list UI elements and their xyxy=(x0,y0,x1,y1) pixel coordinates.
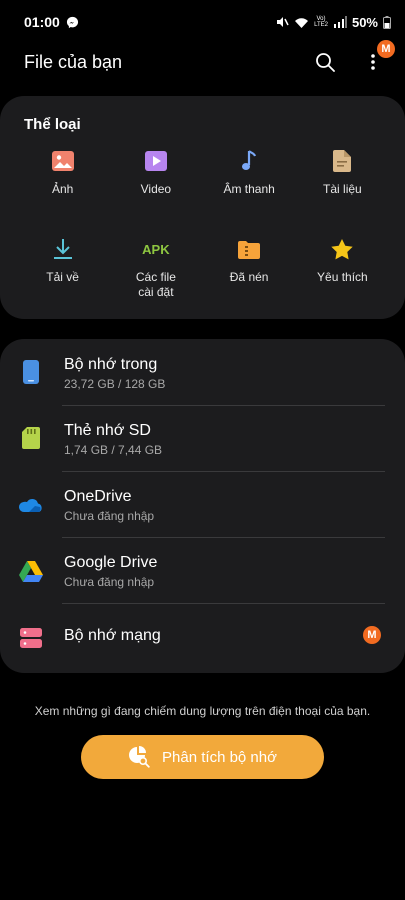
status-bar: 01:00 Vo) LTE2 50% xyxy=(0,0,405,44)
phone-icon xyxy=(18,359,44,385)
storage-status: Chưa đăng nhập xyxy=(64,509,155,523)
category-label: Đã nén xyxy=(229,270,269,284)
wifi-icon xyxy=(294,16,309,29)
star-icon xyxy=(329,236,355,262)
category-label: Các file cài đặt xyxy=(135,270,176,299)
apk-icon: APK xyxy=(142,236,170,262)
apk-text: APK xyxy=(142,241,170,257)
storage-card: Bộ nhớ trong 23,72 GB / 128 GB Thẻ nhớ S… xyxy=(0,339,405,673)
storage-title: Google Drive xyxy=(64,554,158,571)
category-apk[interactable]: APK Các file cài đặt xyxy=(109,236,202,306)
battery-percent: 50% xyxy=(351,14,378,30)
network-storage-icon xyxy=(18,625,44,651)
search-icon xyxy=(316,53,335,72)
storage-hint: Xem những gì đang chiếm dung lượng trên … xyxy=(34,704,371,718)
notification-badge: M xyxy=(377,40,395,58)
storage-title: Bộ nhớ mạng xyxy=(64,627,161,644)
analyze-storage-label: Phân tích bộ nhớ xyxy=(162,748,277,766)
category-label: Ảnh xyxy=(51,182,74,196)
app-bar: File của bạn M xyxy=(0,40,405,80)
category-videos[interactable]: Video xyxy=(109,148,202,218)
volte-bottom: LTE2 xyxy=(314,22,328,28)
category-label: Video xyxy=(140,182,172,196)
music-note-icon xyxy=(236,148,262,174)
storage-item-onedrive[interactable]: OneDrive Chưa đăng nhập xyxy=(0,471,405,537)
messenger-icon xyxy=(66,16,79,29)
volte-indicator: Vo) LTE2 xyxy=(314,16,328,28)
categories-card: Thể loại Ảnh Video Âm thanh Tài liệu Tải… xyxy=(0,96,405,319)
category-documents[interactable]: Tài liệu xyxy=(296,148,389,218)
battery-icon xyxy=(383,15,391,29)
app-actions: M xyxy=(313,40,395,74)
page-title: File của bạn xyxy=(24,51,123,72)
sd-card-icon xyxy=(18,425,44,451)
storage-item-google-drive[interactable]: Google Drive Chưa đăng nhập xyxy=(0,537,405,603)
onedrive-icon xyxy=(18,491,44,517)
categories-grid: Ảnh Video Âm thanh Tài liệu Tải về APK C… xyxy=(16,148,389,306)
google-drive-icon xyxy=(18,558,44,584)
mute-icon xyxy=(275,15,289,29)
search-button[interactable] xyxy=(313,50,337,74)
category-label: Âm thanh xyxy=(223,182,275,196)
category-label: Tài liệu xyxy=(323,182,362,196)
category-label: Yêu thích xyxy=(317,270,368,284)
category-favorites[interactable]: Yêu thích xyxy=(296,236,389,306)
storage-item-sd-card[interactable]: Thẻ nhớ SD 1,74 GB / 7,44 GB xyxy=(0,405,405,471)
category-images[interactable]: Ảnh xyxy=(16,148,109,218)
categories-heading: Thể loại xyxy=(24,116,81,133)
video-icon xyxy=(143,148,169,174)
analyze-storage-button[interactable]: Phân tích bộ nhớ xyxy=(81,735,324,779)
category-label: Tải về xyxy=(46,270,79,284)
network-storage-badge: M xyxy=(363,626,381,644)
storage-item-internal[interactable]: Bộ nhớ trong 23,72 GB / 128 GB xyxy=(0,339,405,405)
more-vert-icon xyxy=(371,54,375,70)
storage-status: Chưa đăng nhập xyxy=(64,575,155,589)
status-right: Vo) LTE2 50% xyxy=(275,15,391,30)
image-icon xyxy=(50,148,76,174)
signal-icon xyxy=(333,16,347,28)
storage-analysis-icon xyxy=(128,746,150,768)
storage-title: Thẻ nhớ SD xyxy=(64,422,151,439)
category-archives[interactable]: Đã nén xyxy=(203,236,296,306)
category-audio[interactable]: Âm thanh xyxy=(203,148,296,218)
document-icon xyxy=(329,148,355,174)
storage-item-network[interactable]: Bộ nhớ mạng M xyxy=(0,603,405,669)
archive-icon xyxy=(236,236,262,262)
storage-title: Bộ nhớ trong xyxy=(64,356,158,373)
more-options-button[interactable]: M xyxy=(361,40,395,74)
status-left: 01:00 xyxy=(24,14,79,30)
download-icon xyxy=(50,236,76,262)
storage-usage: 1,74 GB / 7,44 GB xyxy=(64,443,163,457)
status-time: 01:00 xyxy=(24,14,60,30)
storage-title: OneDrive xyxy=(64,488,132,505)
category-downloads[interactable]: Tải về xyxy=(16,236,109,306)
storage-usage: 23,72 GB / 128 GB xyxy=(64,377,166,391)
